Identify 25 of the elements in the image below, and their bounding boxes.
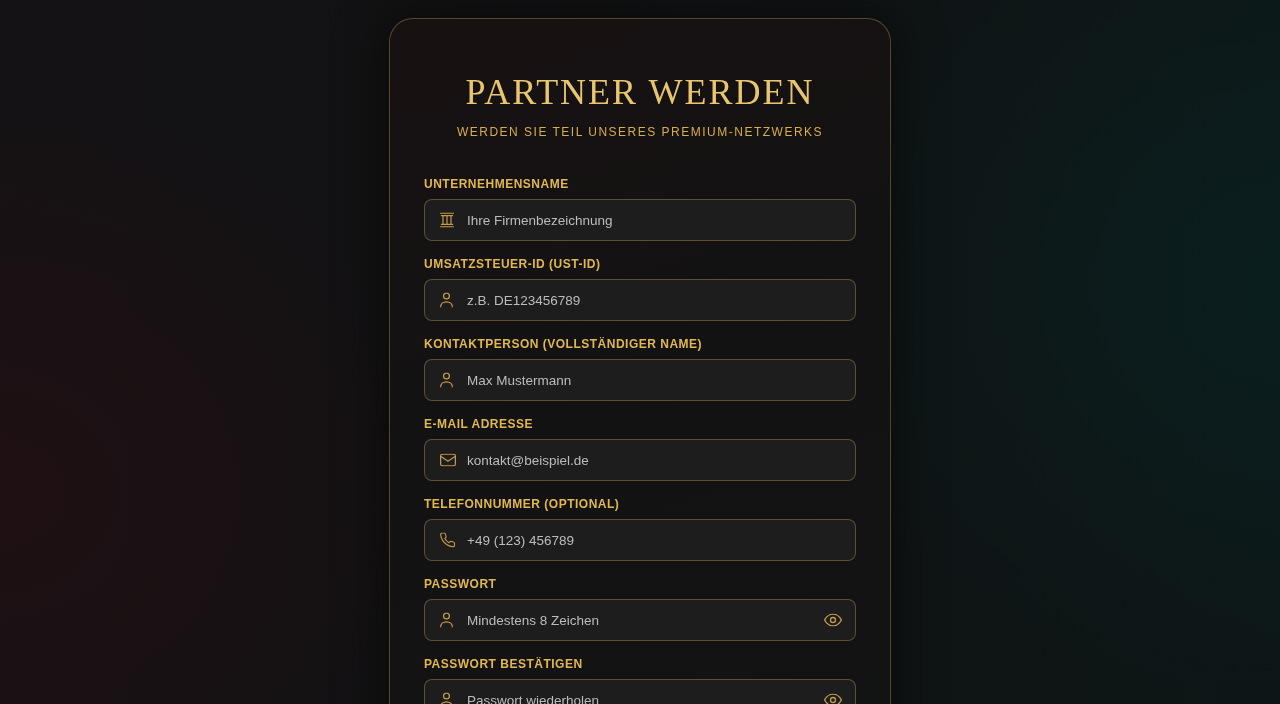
field-label: UMSATZSTEUER-ID (UST-ID) bbox=[424, 256, 602, 272]
text-field[interactable]: Max Mustermann bbox=[424, 359, 856, 401]
text-field[interactable]: z.B. DE123456789 bbox=[424, 279, 856, 321]
eye-icon[interactable] bbox=[824, 693, 842, 704]
email-field[interactable]: kontakt@beispiel.de bbox=[424, 439, 856, 481]
form-title: PARTNER WERDEN bbox=[464, 71, 816, 114]
user-icon bbox=[440, 372, 453, 388]
field-label: PASSWORT BESTÄTIGEN bbox=[424, 656, 584, 672]
user-icon bbox=[440, 692, 453, 704]
field-label: E-MAIL ADRESSE bbox=[424, 416, 534, 432]
user-icon bbox=[440, 612, 453, 628]
phone-field[interactable]: +49 (123) 456789 bbox=[424, 519, 856, 561]
field-label: KONTAKTPERSON (VOLLSTÄNDIGER NAME) bbox=[424, 336, 704, 352]
password-field[interactable]: Mindestens 8 Zeichen bbox=[424, 599, 856, 641]
user-icon bbox=[440, 292, 453, 308]
field-label: PASSWORT bbox=[424, 576, 498, 592]
phone-icon bbox=[440, 532, 455, 548]
form-subtitle: WERDEN SIE TEIL UNSERES PREMIUM-NETZWERKS bbox=[455, 124, 825, 140]
password-field[interactable]: Passwort wiederholen bbox=[424, 679, 856, 704]
field-label: TELEFONNUMMER (OPTIONAL) bbox=[424, 496, 621, 512]
text-field[interactable]: Ihre Firmenbezeichnung bbox=[424, 199, 856, 241]
field-label: UNTERNEHMENSNAME bbox=[424, 176, 570, 192]
eye-icon[interactable] bbox=[824, 613, 842, 627]
building-icon bbox=[440, 212, 454, 228]
envelope-icon bbox=[440, 453, 456, 467]
